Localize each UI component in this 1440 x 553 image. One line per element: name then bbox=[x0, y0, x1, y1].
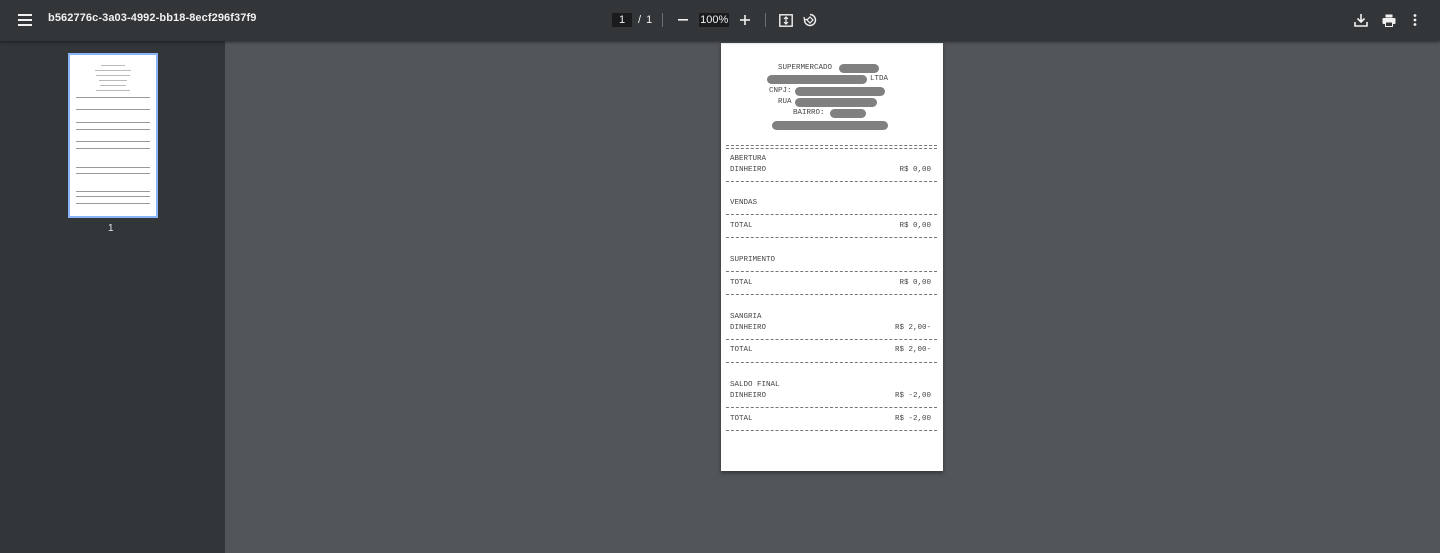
section-suprimento: SUPRIMENTO bbox=[730, 256, 776, 264]
suprimento-total-label: TOTAL bbox=[730, 279, 753, 287]
suprimento-total-value: R$ 0,00 bbox=[899, 279, 931, 287]
redaction-block bbox=[772, 121, 888, 130]
sangria-total-label: TOTAL bbox=[730, 346, 753, 354]
redaction-block bbox=[839, 64, 879, 73]
thumbnail-preview bbox=[76, 59, 150, 209]
zoom-level-input[interactable]: 100% bbox=[699, 13, 730, 27]
saldo-total-value: R$ -2,00 bbox=[894, 415, 931, 423]
toolbar-divider bbox=[662, 13, 664, 27]
saldo-total-label: TOTAL bbox=[730, 415, 753, 423]
minus-icon[interactable] bbox=[673, 10, 693, 30]
divider-line bbox=[726, 214, 937, 215]
redaction-block bbox=[767, 75, 867, 84]
abertura-dinheiro-value: R$ 0,00 bbox=[899, 166, 931, 174]
divider-line bbox=[726, 145, 937, 146]
receipt-company-suffix: LTDA bbox=[870, 75, 889, 83]
vendas-total-label: TOTAL bbox=[730, 222, 753, 230]
page-zoom-controls: 1 / 1 100% bbox=[612, 9, 820, 31]
divider-line bbox=[726, 148, 937, 149]
rotate-icon[interactable] bbox=[800, 10, 820, 30]
divider-line bbox=[726, 271, 937, 272]
section-abertura: ABERTURA bbox=[730, 155, 767, 163]
section-sangria: SANGRIA bbox=[730, 313, 762, 321]
redaction-block bbox=[795, 87, 885, 96]
redaction-block bbox=[830, 109, 866, 118]
redaction-block bbox=[795, 98, 877, 107]
fit-to-page-icon[interactable] bbox=[776, 10, 796, 30]
page-number-input[interactable]: 1 bbox=[612, 13, 632, 27]
divider-line bbox=[726, 362, 937, 363]
section-vendas: VENDAS bbox=[730, 199, 758, 207]
print-icon[interactable] bbox=[1375, 6, 1403, 34]
receipt-cnpj-label: CNPJ: bbox=[769, 87, 792, 95]
toolbar-divider bbox=[765, 13, 767, 27]
saldo-dinheiro-value: R$ -2,00 bbox=[894, 392, 931, 400]
divider-line bbox=[726, 407, 937, 408]
receipt-district-label: BAIRRO: bbox=[793, 109, 825, 117]
sangria-dinheiro-value: R$ 2,00- bbox=[894, 324, 931, 332]
pdf-toolbar: b562776c-3a03-4992-bb18-8ecf296f37f9 1 /… bbox=[0, 0, 1440, 41]
document-title: b562776c-3a03-4992-bb18-8ecf296f37f9 bbox=[48, 12, 257, 24]
section-saldo-final: SALDO FINAL bbox=[730, 381, 780, 389]
receipt-store-name: SUPERMERCADO bbox=[778, 64, 833, 72]
pdf-page: SUPERMERCADO LTDA CNPJ: RUA BAIRRO: ABER… bbox=[721, 43, 943, 471]
thumbnail-sidebar: 1 bbox=[0, 41, 225, 553]
hamburger-menu-icon[interactable] bbox=[11, 6, 39, 34]
receipt-street-label: RUA bbox=[778, 98, 792, 106]
more-vert-icon[interactable] bbox=[1401, 6, 1429, 34]
divider-line bbox=[726, 237, 937, 238]
sangria-total-value: R$ 2,00- bbox=[894, 346, 931, 354]
document-viewer: SUPERMERCADO LTDA CNPJ: RUA BAIRRO: ABER… bbox=[225, 41, 1440, 553]
divider-line bbox=[726, 339, 937, 340]
thumbnail-page-number: 1 bbox=[108, 223, 114, 234]
page-total: 1 bbox=[646, 14, 653, 26]
divider-line bbox=[726, 294, 937, 295]
sangria-dinheiro-label: DINHEIRO bbox=[730, 324, 767, 332]
page-separator: / bbox=[638, 14, 642, 26]
page-thumbnail[interactable] bbox=[68, 53, 158, 218]
plus-icon[interactable] bbox=[735, 10, 755, 30]
vendas-total-value: R$ 0,00 bbox=[899, 222, 931, 230]
download-icon[interactable] bbox=[1347, 6, 1375, 34]
saldo-dinheiro-label: DINHEIRO bbox=[730, 392, 767, 400]
abertura-dinheiro-label: DINHEIRO bbox=[730, 166, 767, 174]
divider-line bbox=[726, 430, 937, 431]
divider-line bbox=[726, 181, 937, 182]
